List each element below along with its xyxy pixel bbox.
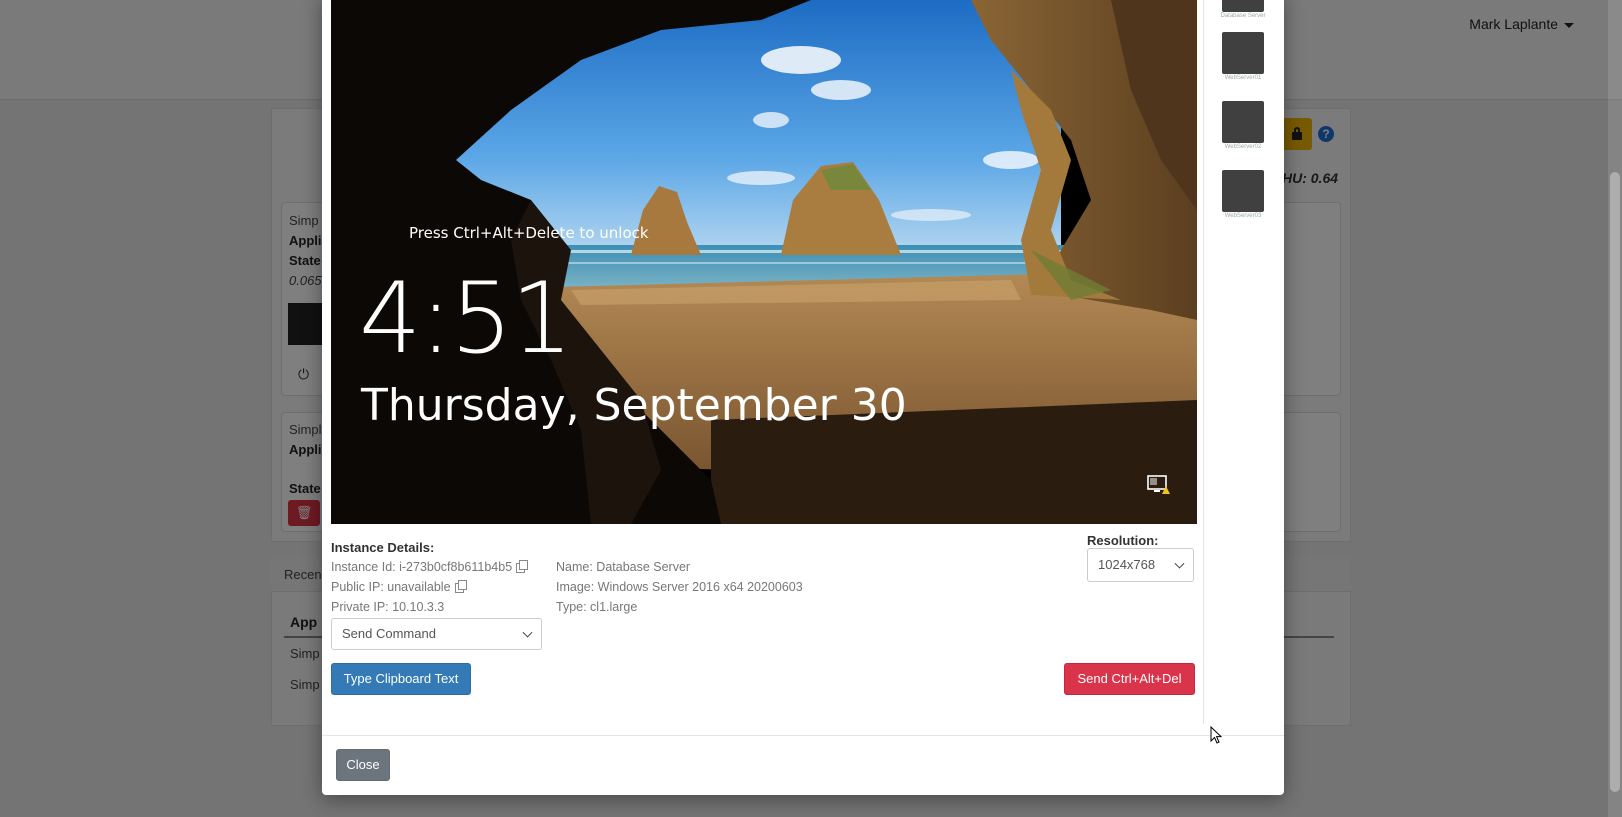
type-clipboard-button[interactable]: Type Clipboard Text xyxy=(331,663,471,695)
network-icon[interactable] xyxy=(1147,474,1171,496)
resolution-label: Resolution: xyxy=(1087,533,1159,548)
send-ctrl-alt-del-button[interactable]: Send Ctrl+Alt+Del xyxy=(1064,663,1195,695)
thumbnail-preview xyxy=(1222,0,1264,12)
thumbnail-preview xyxy=(1222,32,1264,74)
private-ip: Private IP: 10.10.3.3 xyxy=(331,600,445,614)
public-ip: Public IP: unavailable xyxy=(331,580,467,594)
send-command-value: Send Command xyxy=(342,626,436,641)
copy-icon[interactable] xyxy=(516,560,529,573)
thumbnail-label: WebServer02 xyxy=(1224,144,1262,150)
lock-clock: 4:51 xyxy=(359,262,573,376)
public-ip-text: Public IP: unavailable xyxy=(331,580,451,594)
thumbnail-divider xyxy=(1203,0,1204,724)
chevron-down-icon xyxy=(522,627,533,638)
scrollbar-thumb[interactable] xyxy=(1610,172,1620,792)
thumbnail-webserver03[interactable]: WebServer03 xyxy=(1222,170,1266,219)
chevron-down-icon xyxy=(1174,558,1185,569)
console-modal: Press Ctrl+Alt+Delete to unlock 4:51 Thu… xyxy=(322,0,1284,795)
instance-details-title: Instance Details: xyxy=(331,540,435,555)
thumbnail-label: WebServer01 xyxy=(1224,75,1262,81)
thumbnail-webserver02[interactable]: WebServer02 xyxy=(1222,101,1266,150)
instance-image: Image: Windows Server 2016 x64 20200603 xyxy=(556,580,803,594)
thumbnail-webserver01[interactable]: WebServer01 xyxy=(1222,32,1266,81)
page-scrollbar[interactable] xyxy=(1608,0,1622,817)
resolution-value: 1024x768 xyxy=(1098,557,1156,572)
resolution-select[interactable]: 1024x768 xyxy=(1087,548,1194,582)
close-button[interactable]: Close xyxy=(336,749,390,781)
thumbnail-preview xyxy=(1222,101,1264,143)
instance-id: Instance Id: i-273b0cf8b611b4b5 xyxy=(331,560,529,574)
thumbnail-label: WebServer03 xyxy=(1224,213,1262,219)
thumbnail-label: Database Server xyxy=(1220,13,1266,19)
unlock-prompt: Press Ctrl+Alt+Delete to unlock xyxy=(409,224,649,242)
mouse-cursor-icon xyxy=(1210,726,1222,744)
modal-footer-divider xyxy=(322,735,1284,736)
thumbnail-preview xyxy=(1222,170,1264,212)
thumbnail-database-server[interactable]: Database Server xyxy=(1220,0,1266,19)
lock-date: Thursday, September 30 xyxy=(361,380,907,431)
instance-type: Type: cl1.large xyxy=(556,600,638,614)
send-command-select[interactable]: Send Command xyxy=(331,618,542,650)
remote-screen[interactable]: Press Ctrl+Alt+Delete to unlock 4:51 Thu… xyxy=(331,0,1197,524)
instance-name: Name: Database Server xyxy=(556,560,691,574)
copy-icon[interactable] xyxy=(454,580,467,593)
instance-id-text: Instance Id: i-273b0cf8b611b4b5 xyxy=(331,560,513,574)
